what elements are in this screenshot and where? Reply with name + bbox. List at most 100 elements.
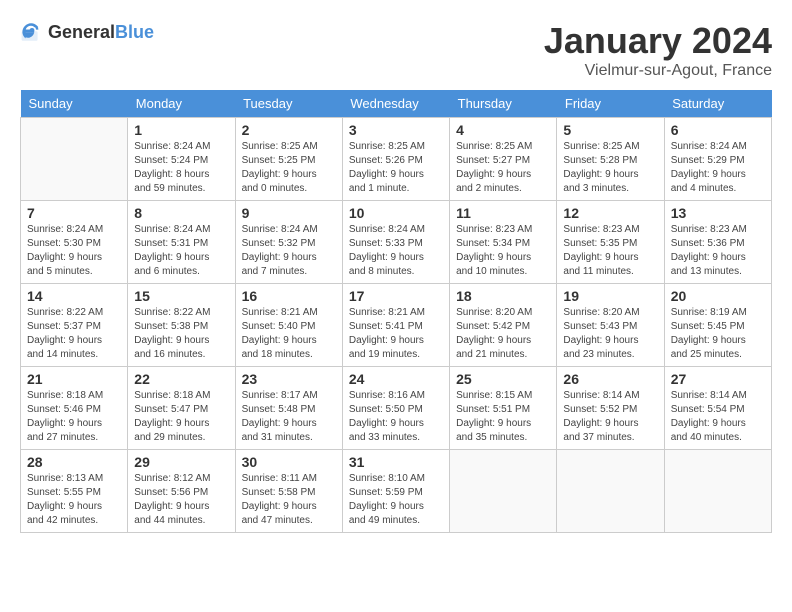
header-tuesday: Tuesday xyxy=(235,90,342,118)
logo-blue: Blue xyxy=(115,22,154,42)
day-number: 17 xyxy=(349,288,443,304)
day-number: 22 xyxy=(134,371,228,387)
calendar-table: SundayMondayTuesdayWednesdayThursdayFrid… xyxy=(20,90,772,533)
day-info: Sunrise: 8:16 AM Sunset: 5:50 PM Dayligh… xyxy=(349,389,443,445)
calendar-cell: 26 Sunrise: 8:14 AM Sunset: 5:52 PM Dayli… xyxy=(557,367,664,450)
month-title: January 2024 xyxy=(544,20,772,62)
calendar-cell: 28 Sunrise: 8:13 AM Sunset: 5:55 PM Dayli… xyxy=(21,450,128,533)
day-info: Sunrise: 8:14 AM Sunset: 5:52 PM Dayligh… xyxy=(563,389,657,445)
day-info: Sunrise: 8:18 AM Sunset: 5:47 PM Dayligh… xyxy=(134,389,228,445)
day-info: Sunrise: 8:18 AM Sunset: 5:46 PM Dayligh… xyxy=(27,389,121,445)
header-friday: Friday xyxy=(557,90,664,118)
day-number: 14 xyxy=(27,288,121,304)
day-number: 24 xyxy=(349,371,443,387)
day-number: 27 xyxy=(671,371,765,387)
day-number: 26 xyxy=(563,371,657,387)
calendar-cell: 27 Sunrise: 8:14 AM Sunset: 5:54 PM Dayli… xyxy=(664,367,771,450)
calendar-cell: 9 Sunrise: 8:24 AM Sunset: 5:32 PM Daylig… xyxy=(235,201,342,284)
day-number: 4 xyxy=(456,122,550,138)
day-info: Sunrise: 8:25 AM Sunset: 5:27 PM Dayligh… xyxy=(456,140,550,196)
calendar-header-row: SundayMondayTuesdayWednesdayThursdayFrid… xyxy=(21,90,772,118)
calendar-cell: 4 Sunrise: 8:25 AM Sunset: 5:27 PM Daylig… xyxy=(450,118,557,201)
calendar-cell: 7 Sunrise: 8:24 AM Sunset: 5:30 PM Daylig… xyxy=(21,201,128,284)
calendar-cell: 19Sunrise: 8:20 AM Sunset: 5:43 PM Dayli… xyxy=(557,284,664,367)
calendar-week-row: 28 Sunrise: 8:13 AM Sunset: 5:55 PM Dayli… xyxy=(21,450,772,533)
logo-icon xyxy=(20,20,44,44)
day-info: Sunrise: 8:22 AM Sunset: 5:38 PM Dayligh… xyxy=(134,306,228,362)
calendar-cell: 1 Sunrise: 8:24 AM Sunset: 5:24 PM Daylig… xyxy=(128,118,235,201)
calendar-week-row: 7 Sunrise: 8:24 AM Sunset: 5:30 PM Daylig… xyxy=(21,201,772,284)
calendar-week-row: 1 Sunrise: 8:24 AM Sunset: 5:24 PM Daylig… xyxy=(21,118,772,201)
day-number: 21 xyxy=(27,371,121,387)
day-info: Sunrise: 8:24 AM Sunset: 5:29 PM Dayligh… xyxy=(671,140,765,196)
calendar-cell: 2 Sunrise: 8:25 AM Sunset: 5:25 PM Daylig… xyxy=(235,118,342,201)
calendar-cell: 5 Sunrise: 8:25 AM Sunset: 5:28 PM Daylig… xyxy=(557,118,664,201)
day-info: Sunrise: 8:23 AM Sunset: 5:35 PM Dayligh… xyxy=(563,223,657,279)
day-number: 31 xyxy=(349,454,443,470)
day-info: Sunrise: 8:13 AM Sunset: 5:55 PM Dayligh… xyxy=(27,472,121,528)
day-info: Sunrise: 8:24 AM Sunset: 5:33 PM Dayligh… xyxy=(349,223,443,279)
calendar-cell: 14 Sunrise: 8:22 AM Sunset: 5:37 PM Dayli… xyxy=(21,284,128,367)
day-number: 3 xyxy=(349,122,443,138)
page-header: GeneralBlue January 2024 Vielmur-sur-Ago… xyxy=(20,20,772,80)
day-info: Sunrise: 8:25 AM Sunset: 5:28 PM Dayligh… xyxy=(563,140,657,196)
calendar-cell: 30 Sunrise: 8:11 AM Sunset: 5:58 PM Dayli… xyxy=(235,450,342,533)
day-number: 7 xyxy=(27,205,121,221)
day-info: Sunrise: 8:15 AM Sunset: 5:51 PM Dayligh… xyxy=(456,389,550,445)
day-number: 5 xyxy=(563,122,657,138)
day-info: Sunrise: 8:20 AM Sunset: 5:43 PM Dayligh… xyxy=(563,306,657,362)
day-info: Sunrise: 8:23 AM Sunset: 5:36 PM Dayligh… xyxy=(671,223,765,279)
day-info: Sunrise: 8:24 AM Sunset: 5:24 PM Dayligh… xyxy=(134,140,228,196)
day-number: 10 xyxy=(349,205,443,221)
day-info: Sunrise: 8:24 AM Sunset: 5:32 PM Dayligh… xyxy=(242,223,336,279)
day-number: 9 xyxy=(242,205,336,221)
day-info: Sunrise: 8:24 AM Sunset: 5:30 PM Dayligh… xyxy=(27,223,121,279)
day-number: 18 xyxy=(456,288,550,304)
day-info: Sunrise: 8:25 AM Sunset: 5:26 PM Dayligh… xyxy=(349,140,443,196)
day-info: Sunrise: 8:17 AM Sunset: 5:48 PM Dayligh… xyxy=(242,389,336,445)
day-number: 23 xyxy=(242,371,336,387)
day-info: Sunrise: 8:19 AM Sunset: 5:45 PM Dayligh… xyxy=(671,306,765,362)
day-number: 2 xyxy=(242,122,336,138)
calendar-cell: 13Sunrise: 8:23 AM Sunset: 5:36 PM Dayli… xyxy=(664,201,771,284)
day-number: 29 xyxy=(134,454,228,470)
calendar-cell: 16 Sunrise: 8:21 AM Sunset: 5:40 PM Dayli… xyxy=(235,284,342,367)
day-number: 20 xyxy=(671,288,765,304)
calendar-cell: 3 Sunrise: 8:25 AM Sunset: 5:26 PM Daylig… xyxy=(342,118,449,201)
day-info: Sunrise: 8:10 AM Sunset: 5:59 PM Dayligh… xyxy=(349,472,443,528)
calendar-cell: 12 Sunrise: 8:23 AM Sunset: 5:35 PM Dayli… xyxy=(557,201,664,284)
day-info: Sunrise: 8:11 AM Sunset: 5:58 PM Dayligh… xyxy=(242,472,336,528)
day-info: Sunrise: 8:23 AM Sunset: 5:34 PM Dayligh… xyxy=(456,223,550,279)
day-info: Sunrise: 8:22 AM Sunset: 5:37 PM Dayligh… xyxy=(27,306,121,362)
calendar-week-row: 21 Sunrise: 8:18 AM Sunset: 5:46 PM Dayli… xyxy=(21,367,772,450)
title-area: January 2024 Vielmur-sur-Agout, France xyxy=(544,20,772,80)
calendar-cell: 31 Sunrise: 8:10 AM Sunset: 5:59 PM Dayli… xyxy=(342,450,449,533)
calendar-cell: 8Sunrise: 8:24 AM Sunset: 5:31 PM Daylig… xyxy=(128,201,235,284)
day-number: 6 xyxy=(671,122,765,138)
calendar-cell: 22 Sunrise: 8:18 AM Sunset: 5:47 PM Dayli… xyxy=(128,367,235,450)
day-number: 28 xyxy=(27,454,121,470)
calendar-cell xyxy=(557,450,664,533)
logo-general: General xyxy=(48,22,115,42)
day-number: 1 xyxy=(134,122,228,138)
day-info: Sunrise: 8:14 AM Sunset: 5:54 PM Dayligh… xyxy=(671,389,765,445)
calendar-cell xyxy=(664,450,771,533)
day-info: Sunrise: 8:25 AM Sunset: 5:25 PM Dayligh… xyxy=(242,140,336,196)
calendar-cell: 21 Sunrise: 8:18 AM Sunset: 5:46 PM Dayli… xyxy=(21,367,128,450)
day-info: Sunrise: 8:12 AM Sunset: 5:56 PM Dayligh… xyxy=(134,472,228,528)
logo: GeneralBlue xyxy=(20,20,154,44)
header-wednesday: Wednesday xyxy=(342,90,449,118)
day-info: Sunrise: 8:24 AM Sunset: 5:31 PM Dayligh… xyxy=(134,223,228,279)
calendar-cell xyxy=(21,118,128,201)
day-info: Sunrise: 8:21 AM Sunset: 5:40 PM Dayligh… xyxy=(242,306,336,362)
calendar-cell: 10 Sunrise: 8:24 AM Sunset: 5:33 PM Dayli… xyxy=(342,201,449,284)
logo-text: GeneralBlue xyxy=(48,22,154,43)
calendar-cell: 6 Sunrise: 8:24 AM Sunset: 5:29 PM Daylig… xyxy=(664,118,771,201)
calendar-cell: 20 Sunrise: 8:19 AM Sunset: 5:45 PM Dayli… xyxy=(664,284,771,367)
day-number: 16 xyxy=(242,288,336,304)
day-number: 30 xyxy=(242,454,336,470)
day-number: 25 xyxy=(456,371,550,387)
location-subtitle: Vielmur-sur-Agout, France xyxy=(544,62,772,80)
day-number: 12 xyxy=(563,205,657,221)
day-info: Sunrise: 8:20 AM Sunset: 5:42 PM Dayligh… xyxy=(456,306,550,362)
